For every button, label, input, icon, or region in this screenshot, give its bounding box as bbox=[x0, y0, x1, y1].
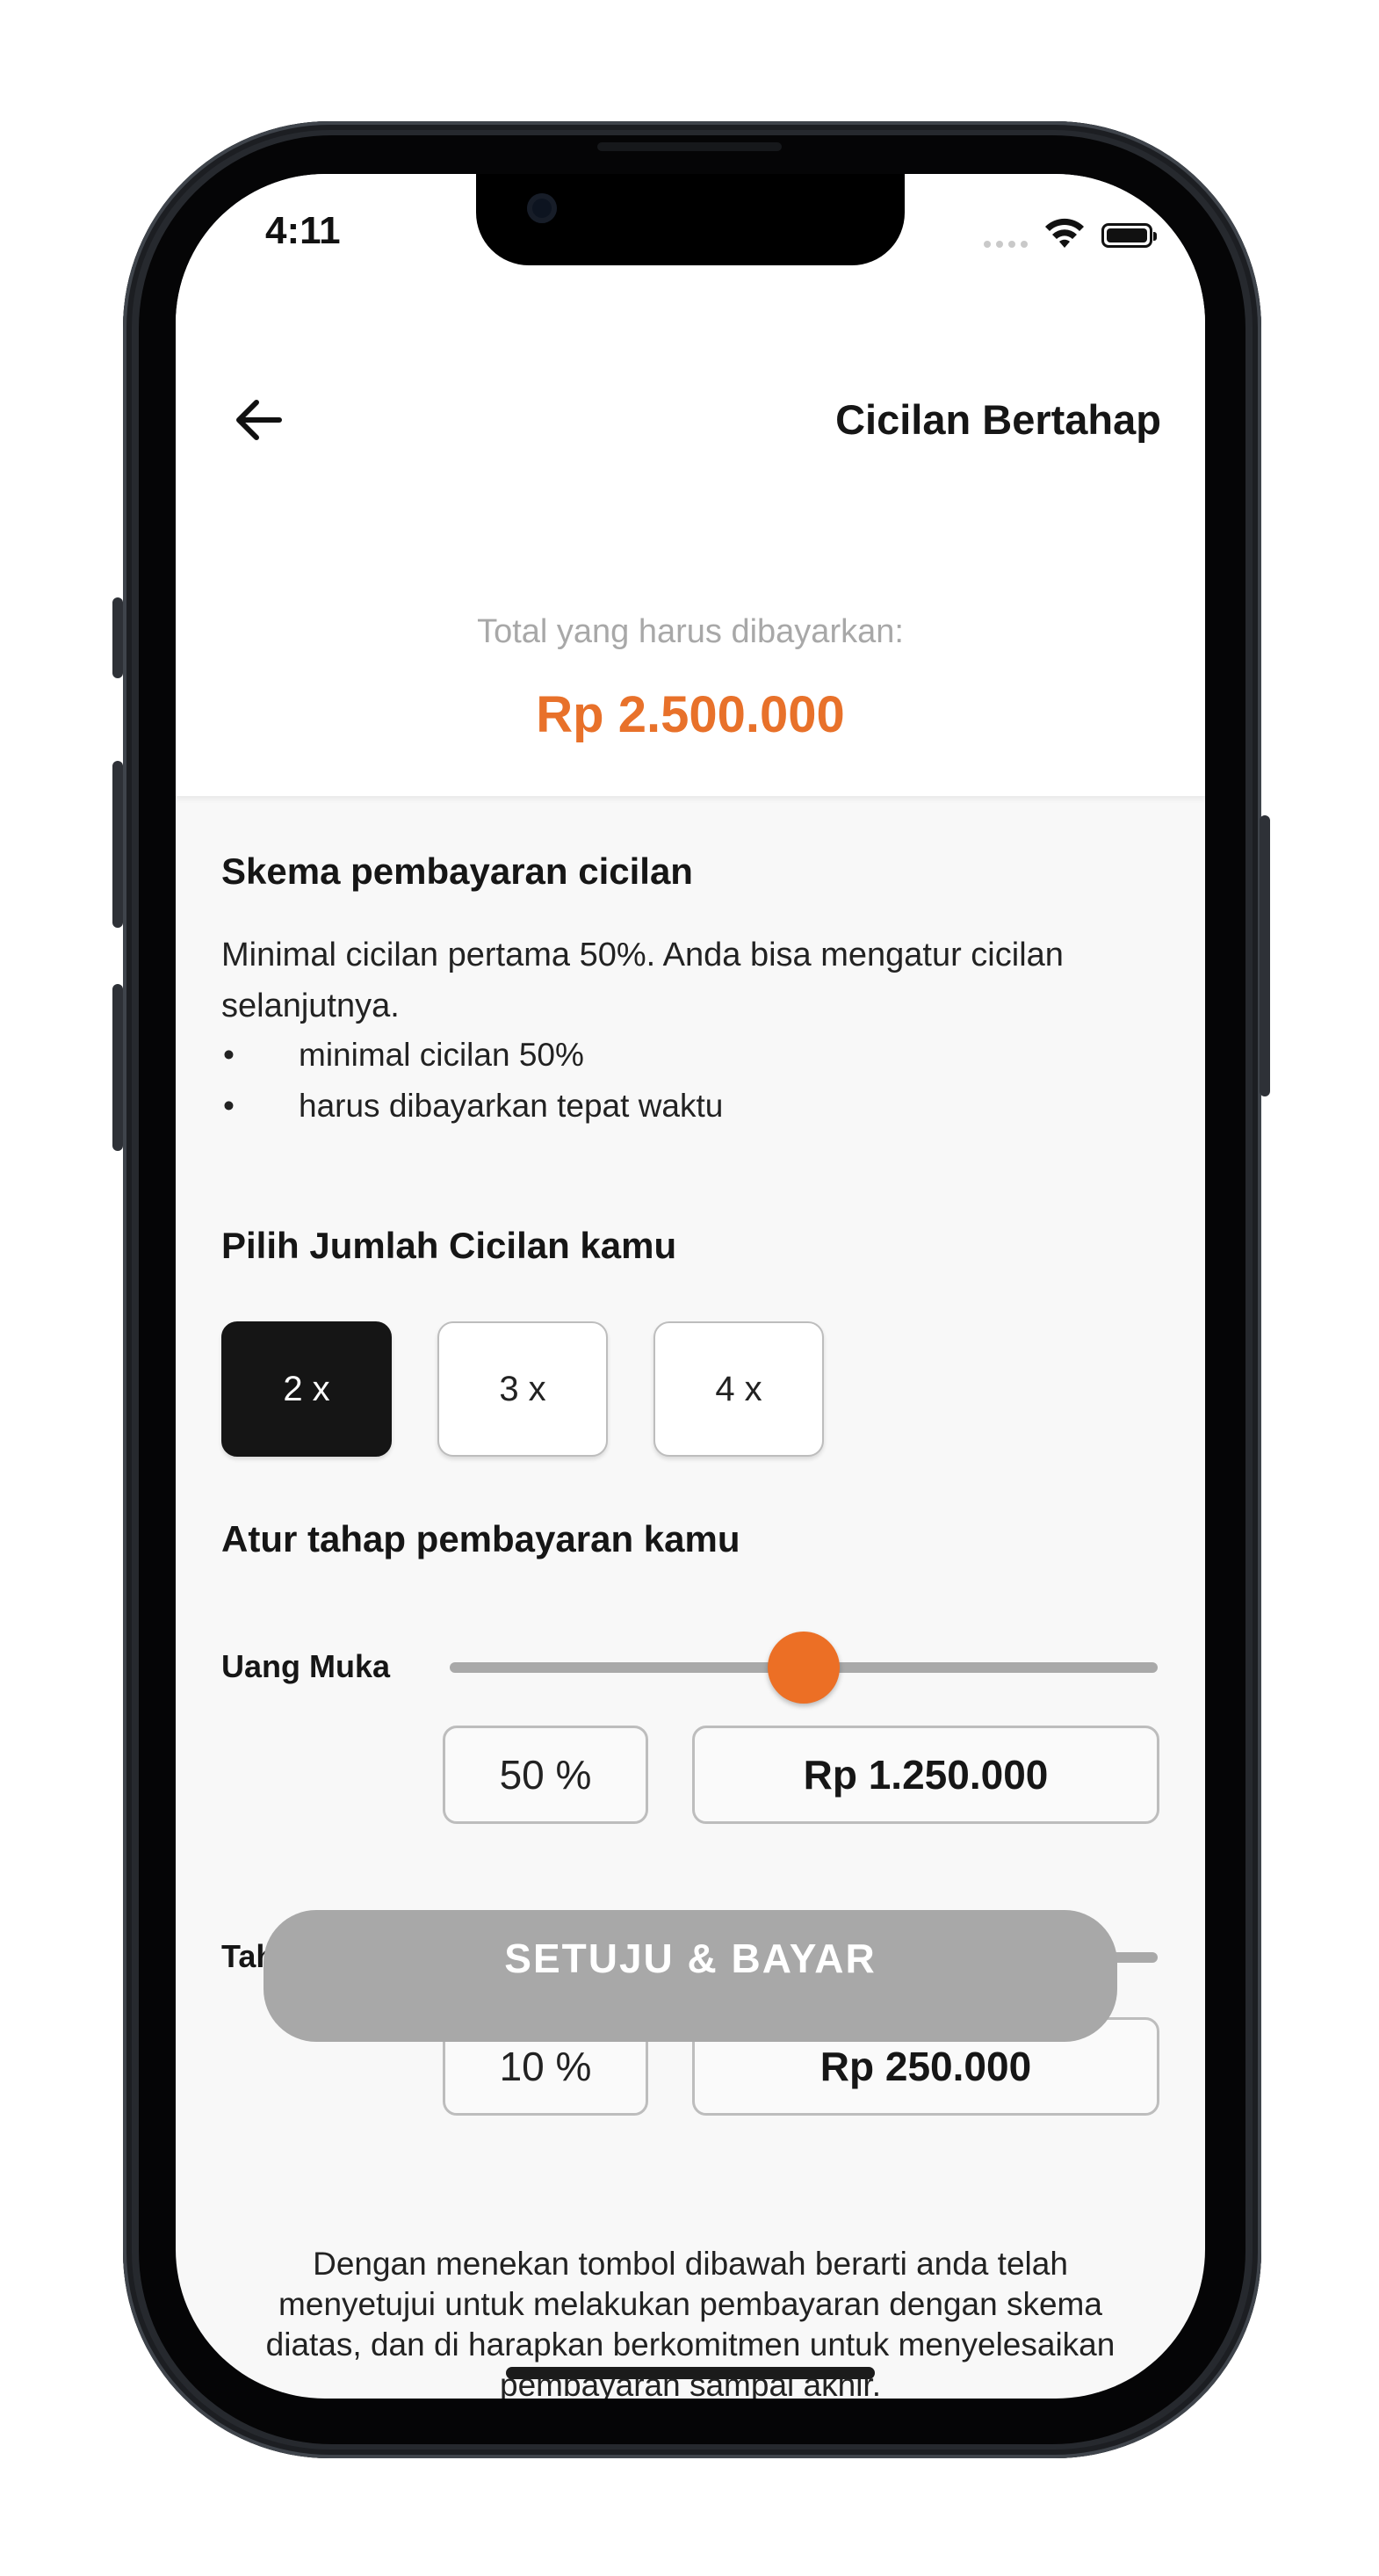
count-option-2x[interactable]: 2 x bbox=[221, 1321, 392, 1457]
agree-and-pay-button[interactable]: SETUJU & BAYAR bbox=[264, 1910, 1117, 2042]
power-button bbox=[1260, 815, 1270, 1096]
uang-muka-amount-field[interactable]: Rp 1.250.000 bbox=[692, 1726, 1159, 1824]
speaker-grill bbox=[597, 142, 782, 151]
scheme-bullet: minimal cicilan 50% bbox=[223, 1037, 584, 1074]
page-title: Cicilan Bertahap bbox=[835, 396, 1161, 443]
count-option-3x[interactable]: 3 x bbox=[437, 1321, 608, 1457]
scheme-description: Minimal cicilan pertama 50%. Anda bisa m… bbox=[221, 937, 1064, 1024]
uang-muka-slider-track[interactable] bbox=[450, 1632, 1158, 1704]
front-camera bbox=[527, 193, 557, 223]
mute-switch bbox=[112, 597, 123, 678]
back-arrow-icon[interactable] bbox=[230, 392, 286, 448]
content: Skema pembayaran cicilan Minimal cicilan… bbox=[176, 798, 1205, 2399]
total-amount: Rp 2.500.000 bbox=[536, 686, 845, 743]
cellular-signal-icon bbox=[984, 241, 1028, 248]
notch bbox=[476, 174, 905, 265]
volume-down-button bbox=[112, 984, 123, 1151]
status-time: 4:11 bbox=[265, 209, 341, 252]
scheme-bullet: harus dibayarkan tepat waktu bbox=[223, 1088, 723, 1125]
battery-icon bbox=[1101, 223, 1157, 248]
wifi-icon bbox=[1045, 218, 1084, 248]
uang-muka-slider-thumb[interactable] bbox=[768, 1632, 840, 1704]
total-label: Total yang harus dibayarkan: bbox=[477, 613, 904, 650]
uang-muka-percent-field[interactable]: 50 % bbox=[443, 1726, 648, 1824]
stages-title: Atur tahap pembayaran kamu bbox=[221, 1518, 740, 1559]
home-indicator bbox=[506, 2367, 875, 2379]
count-option-4x[interactable]: 4 x bbox=[653, 1321, 824, 1457]
volume-up-button bbox=[112, 761, 123, 928]
count-title: Pilih Jumlah Cicilan kamu bbox=[221, 1225, 677, 1266]
scheme-title: Skema pembayaran cicilan bbox=[221, 850, 693, 892]
stage-label-uang-muka: Uang Muka bbox=[221, 1648, 391, 1684]
screen: 4:11 Cicilan Bertahap Total yang harus d… bbox=[176, 174, 1205, 2399]
